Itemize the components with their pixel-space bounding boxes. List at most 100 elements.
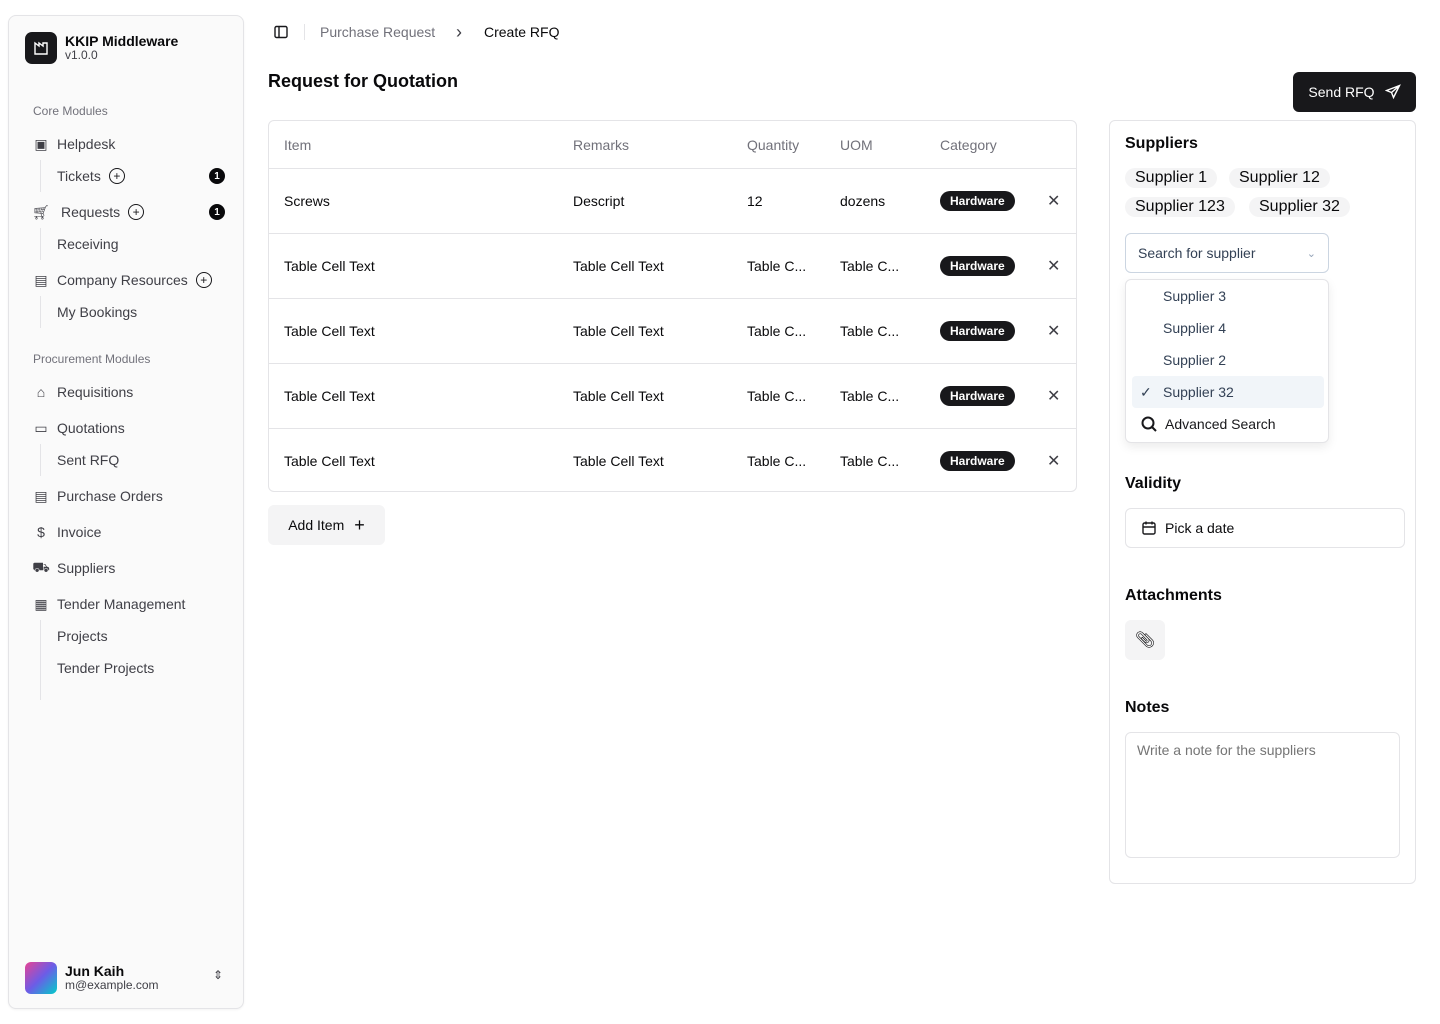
send-icon (1384, 84, 1401, 100)
invoice-label: Invoice (57, 524, 102, 540)
header-category: Category (940, 136, 997, 153)
purchase-orders-label: Purchase Orders (57, 488, 163, 504)
attachments-title: Attachments (1125, 587, 1222, 604)
core-modules-label: Core Modules (33, 104, 108, 118)
sidebar-item-my-bookings[interactable]: My Bookings (57, 300, 137, 324)
basket-icon: ⌂ (36, 384, 46, 400)
sidebar-item-projects[interactable]: Projects (57, 624, 108, 648)
supplier-search-dropdown[interactable]: Search for supplier ⌄ (1125, 233, 1329, 273)
company-resources-label: Company Resources (57, 272, 188, 288)
advanced-search-option[interactable]: Advanced Search (1132, 408, 1324, 440)
suppliers-title: Suppliers (1125, 135, 1198, 152)
sidebar-item-requisitions[interactable]: ⌂ Requisitions (33, 380, 134, 404)
user-email: m@example.com (65, 978, 159, 992)
option-supplier-4[interactable]: Supplier 4 (1132, 312, 1324, 344)
add-request-icon[interactable]: + (128, 204, 145, 220)
remove-row-icon[interactable]: ✕ (1047, 299, 1060, 363)
calendar-icon (1142, 521, 1156, 535)
sidebar-item-company-resources[interactable]: ▤ Company Resources + (33, 268, 212, 292)
cell-uom: Table C... (840, 388, 900, 404)
sidebar-item-quotations[interactable]: ▭ Quotations (33, 416, 125, 440)
remove-row-icon[interactable]: ✕ (1047, 234, 1060, 298)
cell-uom: Table C... (840, 258, 900, 274)
sidebar-item-suppliers[interactable]: ⛟ Suppliers (32, 556, 116, 580)
helpdesk-label: Helpdesk (57, 136, 116, 152)
dollar-receipt-icon: $ (37, 524, 45, 540)
category-badge: Hardware (940, 191, 1015, 211)
sidebar-item-tender-management[interactable]: ▦ Tender Management (33, 592, 185, 616)
sidebar-item-helpdesk[interactable]: ▣ Helpdesk (33, 132, 115, 156)
remove-row-icon[interactable]: ✕ (1047, 169, 1060, 233)
sidebar-item-requests[interactable]: 🛒︎ Requests +1 (32, 200, 225, 224)
paperclip-icon: 📎︎ (1134, 632, 1156, 649)
date-picker[interactable]: Pick a date (1125, 508, 1405, 548)
option-supplier-32[interactable]: ✓ Supplier 32 (1132, 376, 1324, 408)
sidebar-item-sent-rfq[interactable]: Sent RFQ (57, 448, 119, 472)
cell-quantity: Table C... (747, 388, 807, 404)
add-resource-icon[interactable]: + (195, 272, 212, 288)
cell-quantity: 12 (747, 193, 763, 209)
chevron-down-icon: ⌄ (1306, 247, 1316, 260)
kanban-icon: ▣ (34, 135, 48, 152)
plus-icon: + (354, 514, 365, 535)
cell-category: Hardware (940, 364, 1015, 428)
sidebar-item-invoice[interactable]: $ Invoice (33, 520, 101, 544)
supplier-options-menu: Supplier 3 Supplier 4 Supplier 2 ✓ Suppli… (1125, 279, 1329, 443)
search-icon (1141, 416, 1157, 432)
remove-row-icon[interactable]: ✕ (1047, 429, 1060, 493)
sidebar-item-tender-projects[interactable]: Tender Projects (57, 656, 154, 680)
attach-file-button[interactable]: 📎︎ (1125, 620, 1165, 660)
option-label: Supplier 32 (1163, 384, 1234, 400)
cell-uom: Table C... (840, 323, 900, 339)
add-item-button[interactable]: Add Item + (268, 505, 385, 545)
receiving-label: Receiving (57, 236, 119, 252)
requests-badge: 1 (209, 204, 225, 220)
category-badge: Hardware (940, 451, 1015, 471)
add-ticket-icon[interactable]: + (108, 168, 125, 184)
cell-remarks: Descript (573, 193, 625, 209)
table-row: Table Cell Text Table Cell Text Table C...… (269, 428, 1076, 493)
sent-rfq-label: Sent RFQ (57, 452, 120, 468)
check-icon: ✓ (1140, 383, 1152, 400)
tender-management-label: Tender Management (57, 596, 186, 612)
avatar[interactable] (25, 962, 57, 994)
table-row: Table Cell Text Table Cell Text Table C...… (269, 363, 1076, 428)
cell-item: Table Cell Text (284, 453, 375, 469)
option-supplier-3[interactable]: Supplier 3 (1132, 280, 1324, 312)
cart-icon: 🛒︎ (32, 203, 50, 220)
supplier-chip[interactable]: Supplier 123 (1125, 197, 1235, 217)
truck-icon: ⛟ (32, 558, 50, 575)
cell-category: Hardware (940, 299, 1015, 363)
chevron-right-icon: › (456, 21, 462, 42)
table-row: Table Cell Text Table Cell Text Table C...… (269, 298, 1076, 363)
cell-item: Screws (284, 193, 330, 209)
supplier-chip[interactable]: Supplier 32 (1249, 197, 1350, 217)
chevrons-up-down-icon[interactable]: ⇕ (213, 968, 223, 982)
breadcrumb-purchase-request[interactable]: Purchase Request (320, 22, 435, 42)
remove-row-icon[interactable]: ✕ (1047, 364, 1060, 428)
suppliers-label: Suppliers (57, 560, 116, 576)
requisitions-label: Requisitions (57, 384, 134, 400)
validity-title: Validity (1125, 475, 1182, 492)
sidebar-item-tickets[interactable]: Tickets +1 (57, 164, 225, 188)
notes-textarea[interactable] (1125, 732, 1400, 858)
user-name: Jun Kaih (65, 963, 125, 979)
requests-label: Requests (61, 204, 121, 220)
sidebar-item-purchase-orders[interactable]: ▤ Purchase Orders (33, 484, 163, 508)
cell-remarks: Table Cell Text (573, 323, 664, 339)
send-rfq-button[interactable]: Send RFQ (1293, 72, 1416, 112)
breadcrumb-current: Create RFQ (484, 24, 560, 40)
my-bookings-label: My Bookings (57, 304, 138, 320)
sidebar-item-receiving[interactable]: Receiving (57, 232, 118, 256)
tickets-badge: 1 (209, 168, 225, 184)
newspaper-icon: ▦ (34, 595, 48, 612)
option-supplier-2[interactable]: Supplier 2 (1132, 344, 1324, 376)
sidebar-toggle-icon[interactable] (273, 22, 289, 42)
tickets-label: Tickets (57, 168, 101, 184)
app-name: KKIP Middleware (65, 33, 179, 49)
factory-logo-icon (25, 32, 57, 64)
supplier-chip[interactable]: Supplier 1 (1125, 168, 1218, 188)
quotations-label: Quotations (57, 420, 125, 436)
supplier-chip[interactable]: Supplier 12 (1229, 168, 1330, 188)
procurement-modules-label: Procurement Modules (33, 352, 151, 366)
